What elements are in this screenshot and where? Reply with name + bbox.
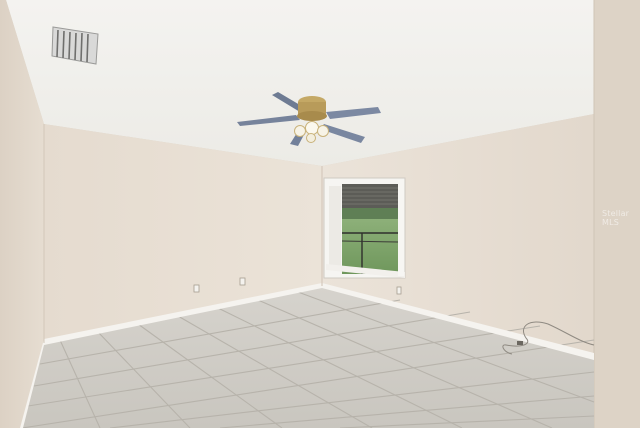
wall-outlet: [396, 286, 402, 295]
window-grass: [342, 219, 398, 274]
watermark-text: Stellar MLS: [602, 209, 630, 227]
wall-outlet: [239, 277, 246, 286]
wall-outlet: [193, 284, 200, 293]
window: [323, 177, 406, 279]
room-scene: [0, 0, 640, 428]
